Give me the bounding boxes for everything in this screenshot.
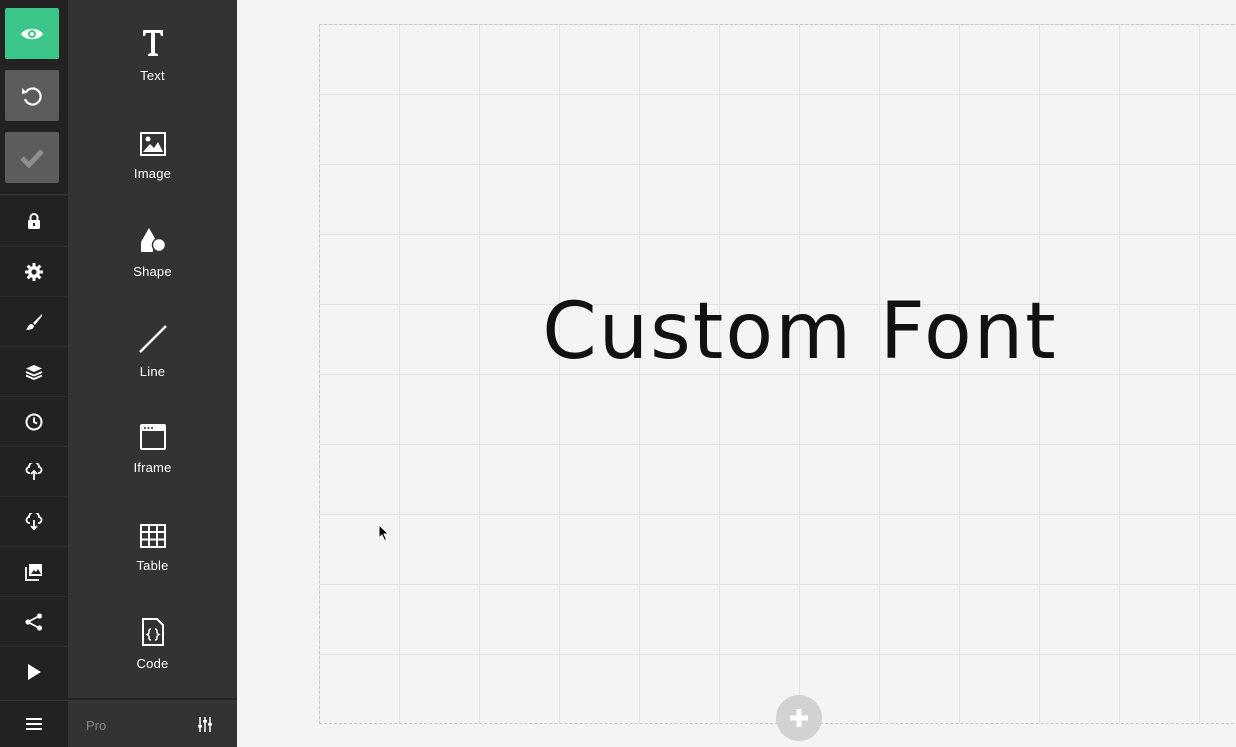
share-icon (25, 612, 43, 631)
undo-icon (20, 84, 44, 108)
tool-label: Image (133, 166, 172, 181)
eye-icon (20, 26, 44, 42)
tool-iframe[interactable]: Iframe (68, 392, 237, 482)
export-button[interactable] (0, 496, 68, 546)
code-icon (141, 610, 165, 646)
slide-text-block[interactable]: Custom Font (530, 287, 1070, 377)
brush-icon (25, 313, 43, 331)
insert-panel: Text Image Shape Line Iframe Table Code … (68, 0, 237, 747)
gear-icon (25, 262, 43, 281)
save-button[interactable] (5, 132, 59, 183)
tool-label: Text (140, 68, 165, 83)
mouse-pointer-icon (378, 524, 390, 542)
style-button[interactable] (0, 296, 68, 346)
hamburger-menu-icon (26, 718, 42, 730)
panel-footer: Pro (68, 698, 237, 747)
cloud-download-icon (25, 512, 43, 531)
image-icon (139, 120, 166, 156)
tool-label: Table (136, 558, 169, 573)
history-button[interactable] (0, 396, 68, 446)
line-icon (138, 318, 168, 354)
tool-label: Iframe (133, 460, 172, 475)
tool-image[interactable]: Image (68, 98, 237, 188)
share-button[interactable] (0, 596, 68, 646)
table-icon (139, 512, 166, 548)
tool-code[interactable]: Code (68, 588, 237, 678)
tool-line[interactable]: Line (68, 296, 237, 386)
lock-button[interactable] (0, 195, 68, 245)
clock-icon (25, 413, 43, 431)
tool-shape[interactable]: Shape (68, 196, 237, 286)
pro-label[interactable]: Pro (86, 718, 106, 733)
sliders-icon[interactable] (198, 717, 214, 733)
checkmark-icon (20, 148, 44, 168)
layers-icon (25, 364, 43, 380)
tool-table[interactable]: Table (68, 490, 237, 580)
undo-button[interactable] (5, 70, 59, 121)
add-slide-button[interactable] (776, 695, 822, 741)
tool-label: Code (136, 656, 169, 671)
tool-label: Line (139, 364, 166, 379)
present-button[interactable] (0, 646, 68, 696)
media-library-button[interactable] (0, 546, 68, 596)
cloud-upload-icon (25, 462, 43, 481)
main-menu-button[interactable] (0, 700, 68, 747)
tool-label: Shape (133, 264, 172, 279)
settings-button[interactable] (0, 246, 68, 296)
image-gallery-icon (25, 563, 43, 581)
iframe-icon (139, 414, 166, 450)
import-button[interactable] (0, 446, 68, 496)
shape-icon (139, 218, 167, 254)
preview-button[interactable] (5, 8, 59, 59)
slide-canvas[interactable]: Custom Font (319, 24, 1236, 724)
icon-rail (0, 0, 68, 747)
tool-text[interactable]: Text (68, 0, 237, 90)
text-icon (141, 22, 165, 58)
lock-icon (27, 212, 41, 229)
layers-button[interactable] (0, 346, 68, 396)
play-icon (26, 663, 42, 681)
plus-icon (788, 707, 810, 729)
